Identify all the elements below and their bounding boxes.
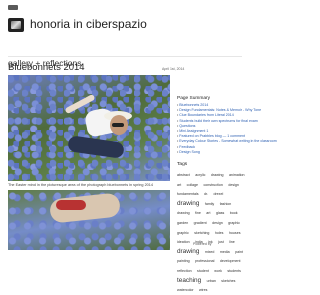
tag-cloud: abstract acrylic drawing animation art c… xyxy=(177,169,247,294)
tag-link[interactable]: ideation xyxy=(177,240,190,244)
tag-link[interactable]: art xyxy=(206,211,210,215)
tag-link[interactable]: holes xyxy=(215,231,224,235)
header-divider xyxy=(8,56,242,57)
sunglasses-icon xyxy=(112,123,124,127)
header-image-icon[interactable] xyxy=(8,18,24,32)
tag-link[interactable]: design xyxy=(228,183,239,187)
post-date: April 1st, 2014 xyxy=(162,67,185,71)
tag-link[interactable]: urban xyxy=(207,279,216,283)
tag-link[interactable]: line xyxy=(229,240,235,244)
post-title[interactable]: Bluebonnets 2014 xyxy=(8,62,85,73)
tag-link[interactable]: drexel xyxy=(213,192,223,196)
tag-link[interactable]: drawing xyxy=(211,173,224,177)
tag-link[interactable]: sketching xyxy=(194,231,209,235)
tag-link[interactable]: family xyxy=(205,202,214,206)
tag-link[interactable]: student xyxy=(197,269,209,273)
tag-link[interactable]: graphic xyxy=(177,231,189,235)
tag-link[interactable]: just xyxy=(218,240,224,244)
tag-link[interactable]: design xyxy=(212,221,223,225)
tag-link[interactable]: mixed xyxy=(205,250,215,254)
tag-link[interactable]: gradient xyxy=(194,221,207,225)
photo-caption: The Easter mind in the picturesque area … xyxy=(8,183,154,187)
tag-link[interactable]: sketches xyxy=(221,279,235,283)
site-logo-icon[interactable] xyxy=(8,5,18,10)
pages-list: Bluebonnets 2014 Design Fundamentals: No… xyxy=(177,103,276,155)
tag-link[interactable]: fashion xyxy=(220,202,232,206)
tag-link[interactable]: book xyxy=(230,211,238,215)
tag-link[interactable]: reflection xyxy=(177,269,192,273)
tag-link[interactable]: development xyxy=(220,259,241,263)
sidebar: Page Summary Bluebonnets 2014 Design Fun… xyxy=(177,96,277,294)
tag-link[interactable]: collage xyxy=(187,183,198,187)
tag-link[interactable]: fundamentals xyxy=(177,192,199,196)
tag-link[interactable]: paint xyxy=(235,250,243,254)
tag-link[interactable]: drawing xyxy=(177,248,199,255)
tag-link[interactable]: dr. xyxy=(204,192,208,196)
tag-link[interactable]: garden xyxy=(177,221,188,225)
tag-link[interactable]: houses xyxy=(229,231,241,235)
tag-link[interactable]: glass xyxy=(216,211,224,215)
tag-link[interactable]: wires xyxy=(199,288,207,292)
page-link[interactable]: Everyday Colour Stories - Somewhat writi… xyxy=(177,139,276,144)
tag-link[interactable]: drawing xyxy=(177,211,190,215)
powered-by[interactable]: Powered by xyxy=(193,242,211,246)
tag-link[interactable]: media xyxy=(220,250,230,254)
pages-heading: Page Summary xyxy=(177,96,211,101)
tag-link[interactable]: abstract xyxy=(177,173,190,177)
tag-link[interactable]: painting xyxy=(177,259,190,263)
tag-link[interactable]: watercolor xyxy=(177,288,194,292)
post-photo-second[interactable] xyxy=(8,190,170,250)
tag-link[interactable]: students xyxy=(227,269,241,273)
tag-link[interactable]: construction xyxy=(204,183,223,187)
page-link[interactable]: Design Song xyxy=(177,150,247,155)
tag-link[interactable]: professional xyxy=(195,259,214,263)
person-legs-shape xyxy=(67,135,125,159)
post-photo-bluebonnets[interactable] xyxy=(8,75,170,181)
tag-link[interactable]: graphic xyxy=(228,221,240,225)
tag-link[interactable]: teaching xyxy=(177,277,201,284)
top-bar xyxy=(0,0,250,12)
tag-link[interactable]: work xyxy=(214,269,222,273)
tag-link[interactable]: art xyxy=(177,183,181,187)
tags-heading: Tags xyxy=(177,162,188,168)
tag-link[interactable]: fine xyxy=(195,211,201,215)
scarf-shape xyxy=(56,200,86,210)
tag-link[interactable]: animation xyxy=(229,173,245,177)
site-title[interactable]: honoria in ciberspazio xyxy=(30,17,147,31)
tag-link[interactable]: acrylic xyxy=(195,173,205,177)
tag-link[interactable]: drawing xyxy=(177,200,199,207)
